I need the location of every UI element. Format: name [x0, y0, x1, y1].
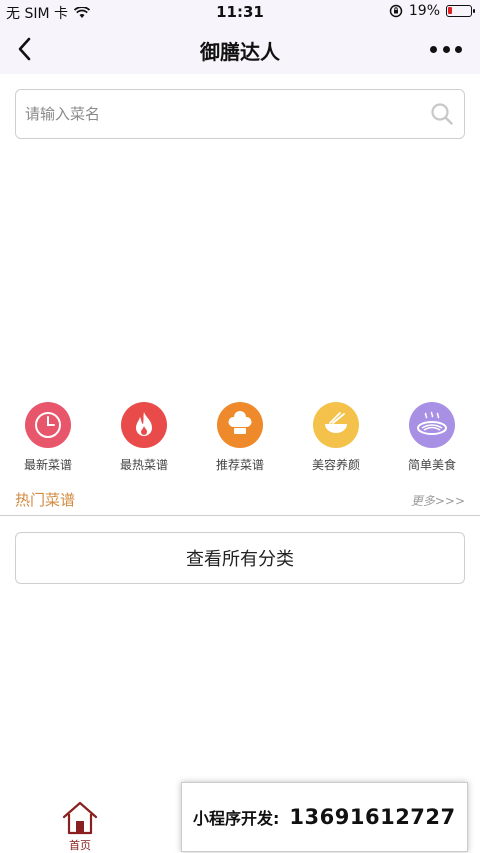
battery-icon — [446, 5, 475, 17]
ad-banner: 小程序开发: 13691612727 — [181, 782, 468, 852]
tab-home[interactable]: 首页 — [50, 799, 110, 853]
nav-bar: 御膳达人 — [0, 24, 480, 74]
more-dot-icon — [430, 45, 437, 53]
plate-icon — [409, 402, 455, 448]
category-label: 最热菜谱 — [119, 458, 168, 472]
category-label: 简单美食 — [407, 458, 456, 472]
category-recommended[interactable]: 推荐菜谱 — [200, 402, 280, 473]
category-row: 最新菜谱 最热菜谱 推荐菜谱 美容养颜 简单美食 — [0, 402, 480, 474]
category-label: 推荐菜谱 — [215, 458, 264, 472]
tab-home-label: 首页 — [69, 839, 91, 852]
battery-fill — [448, 7, 452, 14]
category-label: 美容养颜 — [311, 458, 360, 472]
more-link[interactable]: 更多>>> — [411, 492, 465, 509]
hot-recipes-header: 热门菜谱 更多>>> — [0, 486, 480, 516]
flame-icon — [121, 402, 167, 448]
category-beauty[interactable]: 美容养颜 — [296, 402, 376, 473]
battery-percent: 19% — [408, 3, 440, 19]
bowl-icon — [313, 402, 359, 448]
more-dot-icon — [455, 45, 462, 53]
more-dot-icon — [442, 45, 450, 53]
search-box — [15, 89, 465, 139]
status-right: 19% — [389, 3, 475, 19]
page-title: 御膳达人 — [200, 40, 280, 64]
ad-phone: 13691612727 — [289, 805, 456, 829]
ad-label: 小程序开发: — [193, 809, 280, 828]
chef-hat-icon — [217, 402, 263, 448]
search-input[interactable] — [25, 90, 425, 138]
status-bar: 无 SIM 卡 11:31 19% — [0, 0, 480, 24]
category-newest[interactable]: 最新菜谱 — [8, 402, 88, 473]
more-menu-button[interactable] — [430, 37, 462, 61]
home-icon — [62, 801, 98, 835]
view-all-categories-button[interactable]: 查看所有分类 — [15, 532, 465, 584]
search-icon[interactable] — [430, 102, 454, 126]
category-simple[interactable]: 简单美食 — [392, 402, 472, 473]
hot-recipes-title: 热门菜谱 — [15, 491, 76, 509]
orientation-lock-icon — [389, 4, 403, 18]
category-label: 最新菜谱 — [23, 458, 72, 472]
category-hottest[interactable]: 最热菜谱 — [104, 402, 184, 473]
clock-icon — [25, 402, 71, 448]
